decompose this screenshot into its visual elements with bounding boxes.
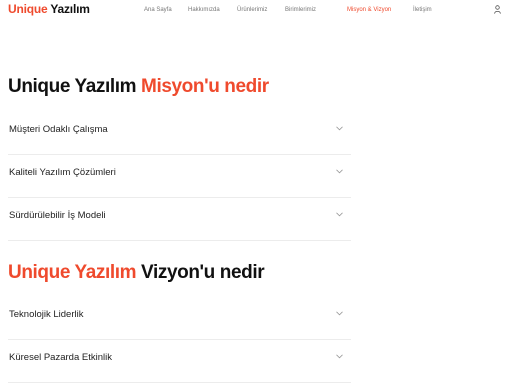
chevron-down-icon <box>336 169 343 174</box>
accordion-item-kuresel-pazar[interactable]: Küresel Pazarda Etkinlik <box>8 340 351 383</box>
user-icon[interactable] <box>494 5 501 14</box>
accordion-item-label: Sürdürülebilir İş Modeli <box>9 210 106 221</box>
mission-title-brand: Unique Yazılım <box>8 76 137 97</box>
vision-title-question: Vizyon'u nedir <box>141 262 265 283</box>
nav-item-birimlerimiz[interactable]: Birimlerimiz <box>285 7 316 13</box>
chevron-down-icon <box>336 311 343 316</box>
mission-title-question: Misyon'u nedir <box>141 76 269 97</box>
nav-item-iletisim[interactable]: İletişim <box>413 7 432 13</box>
accordion-item-label: Teknolojik Liderlik <box>9 309 84 320</box>
top-navbar: Unique Yazılım Ana Sayfa Hakkımızda Ürün… <box>0 0 505 22</box>
nav-item-ana-sayfa[interactable]: Ana Sayfa <box>144 7 172 13</box>
nav-item-urunlerimiz[interactable]: Ürünlerimiz <box>237 7 267 13</box>
vision-title: Unique Yazılım Vizyon'u nedir <box>8 262 265 284</box>
accordion-item-musteri-odakli[interactable]: Müşteri Odaklı Çalışma <box>8 112 351 155</box>
nav-item-misyon-vizyon[interactable]: Misyon & Vizyon <box>347 7 391 13</box>
chevron-down-icon <box>336 354 343 359</box>
accordion-item-kaliteli-yazilim[interactable]: Kaliteli Yazılım Çözümleri <box>8 155 351 198</box>
nav-item-hakkimizda[interactable]: Hakkımızda <box>188 7 220 13</box>
chevron-down-icon <box>336 126 343 131</box>
accordion-item-label: Kaliteli Yazılım Çözümleri <box>9 167 116 178</box>
chevron-down-icon <box>336 212 343 217</box>
vision-accordion: Teknolojik Liderlik Küresel Pazarda Etki… <box>8 297 351 383</box>
accordion-item-label: Müşteri Odaklı Çalışma <box>9 124 108 135</box>
mission-title: Unique Yazılım Misyon'u nedir <box>8 76 269 98</box>
main-nav: Ana Sayfa Hakkımızda Ürünlerimiz Birimle… <box>0 7 505 19</box>
accordion-item-teknolojik-liderlik[interactable]: Teknolojik Liderlik <box>8 297 351 340</box>
vision-title-brand: Unique Yazılım <box>8 262 137 283</box>
mission-accordion: Müşteri Odaklı Çalışma Kaliteli Yazılım … <box>8 112 351 241</box>
accordion-item-label: Küresel Pazarda Etkinlik <box>9 352 112 363</box>
accordion-item-surdurulebilir[interactable]: Sürdürülebilir İş Modeli <box>8 198 351 241</box>
